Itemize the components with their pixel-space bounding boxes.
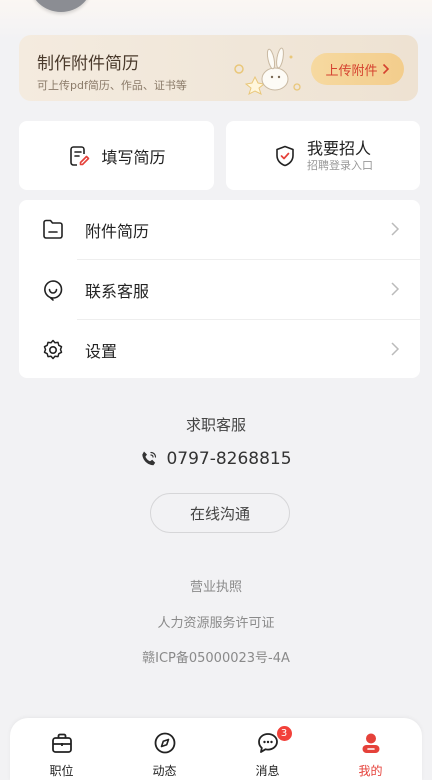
recruit-title: 我要招人: [307, 138, 372, 158]
icp-record-link[interactable]: 赣ICP备05000023号-4A: [0, 647, 432, 666]
menu-item-attachment-resume[interactable]: 附件简历: [19, 200, 420, 259]
banner-title: 制作附件简历: [37, 54, 139, 74]
chevron-right-icon: [391, 342, 400, 356]
menu-item-customer-service[interactable]: 联系客服: [19, 260, 420, 319]
fill-resume-card[interactable]: 填写简历: [19, 121, 214, 190]
phone-icon: [142, 451, 157, 466]
menu-list: 附件简历 联系客服 设置: [19, 200, 420, 378]
recruit-card[interactable]: 我要招人 招聘登录入口: [226, 121, 420, 190]
tab-profile[interactable]: 我的: [319, 718, 422, 780]
phone-number: 0797-8268815: [166, 449, 292, 469]
service-phone[interactable]: 0797-8268815: [0, 449, 432, 469]
upload-attachment-banner[interactable]: 制作附件简历 可上传pdf简历、作品、证书等 上传附件: [19, 35, 418, 101]
tab-feed[interactable]: 动态: [113, 718, 216, 780]
shield-check-icon: [276, 145, 294, 166]
briefcase-icon: [51, 733, 72, 753]
bunny-illustration-icon: [234, 47, 301, 95]
chevron-right-icon: [391, 222, 400, 236]
menu-item-label: 联系客服: [85, 281, 150, 301]
upload-button-label: 上传附件: [325, 63, 378, 79]
chevron-right-icon: [391, 282, 400, 296]
tab-label: 动态: [152, 764, 177, 778]
gear-icon: [43, 339, 63, 360]
tab-messages[interactable]: 3 消息: [216, 718, 319, 780]
tab-label: 职位: [49, 764, 74, 778]
menu-item-label: 设置: [85, 341, 118, 361]
recruit-subtitle: 招聘登录入口: [307, 158, 373, 172]
edit-document-icon: [70, 145, 90, 166]
menu-item-settings[interactable]: 设置: [19, 320, 420, 379]
tab-label: 我的: [358, 764, 383, 778]
hr-permit-link[interactable]: 人力资源服务许可证: [0, 612, 432, 631]
tab-jobs[interactable]: 职位: [10, 718, 113, 780]
banner-subtitle: 可上传pdf简历、作品、证书等: [37, 79, 187, 92]
chevron-right-icon: [382, 63, 389, 75]
business-license-link[interactable]: 营业执照: [0, 576, 432, 595]
online-chat-button[interactable]: 在线沟通: [150, 493, 290, 533]
fill-resume-label: 填写简历: [101, 147, 166, 167]
tab-label: 消息: [255, 764, 280, 778]
folder-icon: [43, 219, 63, 239]
service-title: 求职客服: [185, 416, 246, 434]
menu-item-label: 附件简历: [85, 221, 150, 241]
chat-heart-icon: [44, 280, 63, 301]
compass-icon: [154, 732, 175, 754]
message-icon: [257, 733, 278, 753]
bottom-tab-bar: 职位 动态 3 消息 我的: [10, 718, 422, 780]
unread-badge: 3: [276, 726, 292, 741]
upload-attachment-button[interactable]: 上传附件: [311, 53, 404, 85]
profile-icon: [362, 733, 379, 753]
